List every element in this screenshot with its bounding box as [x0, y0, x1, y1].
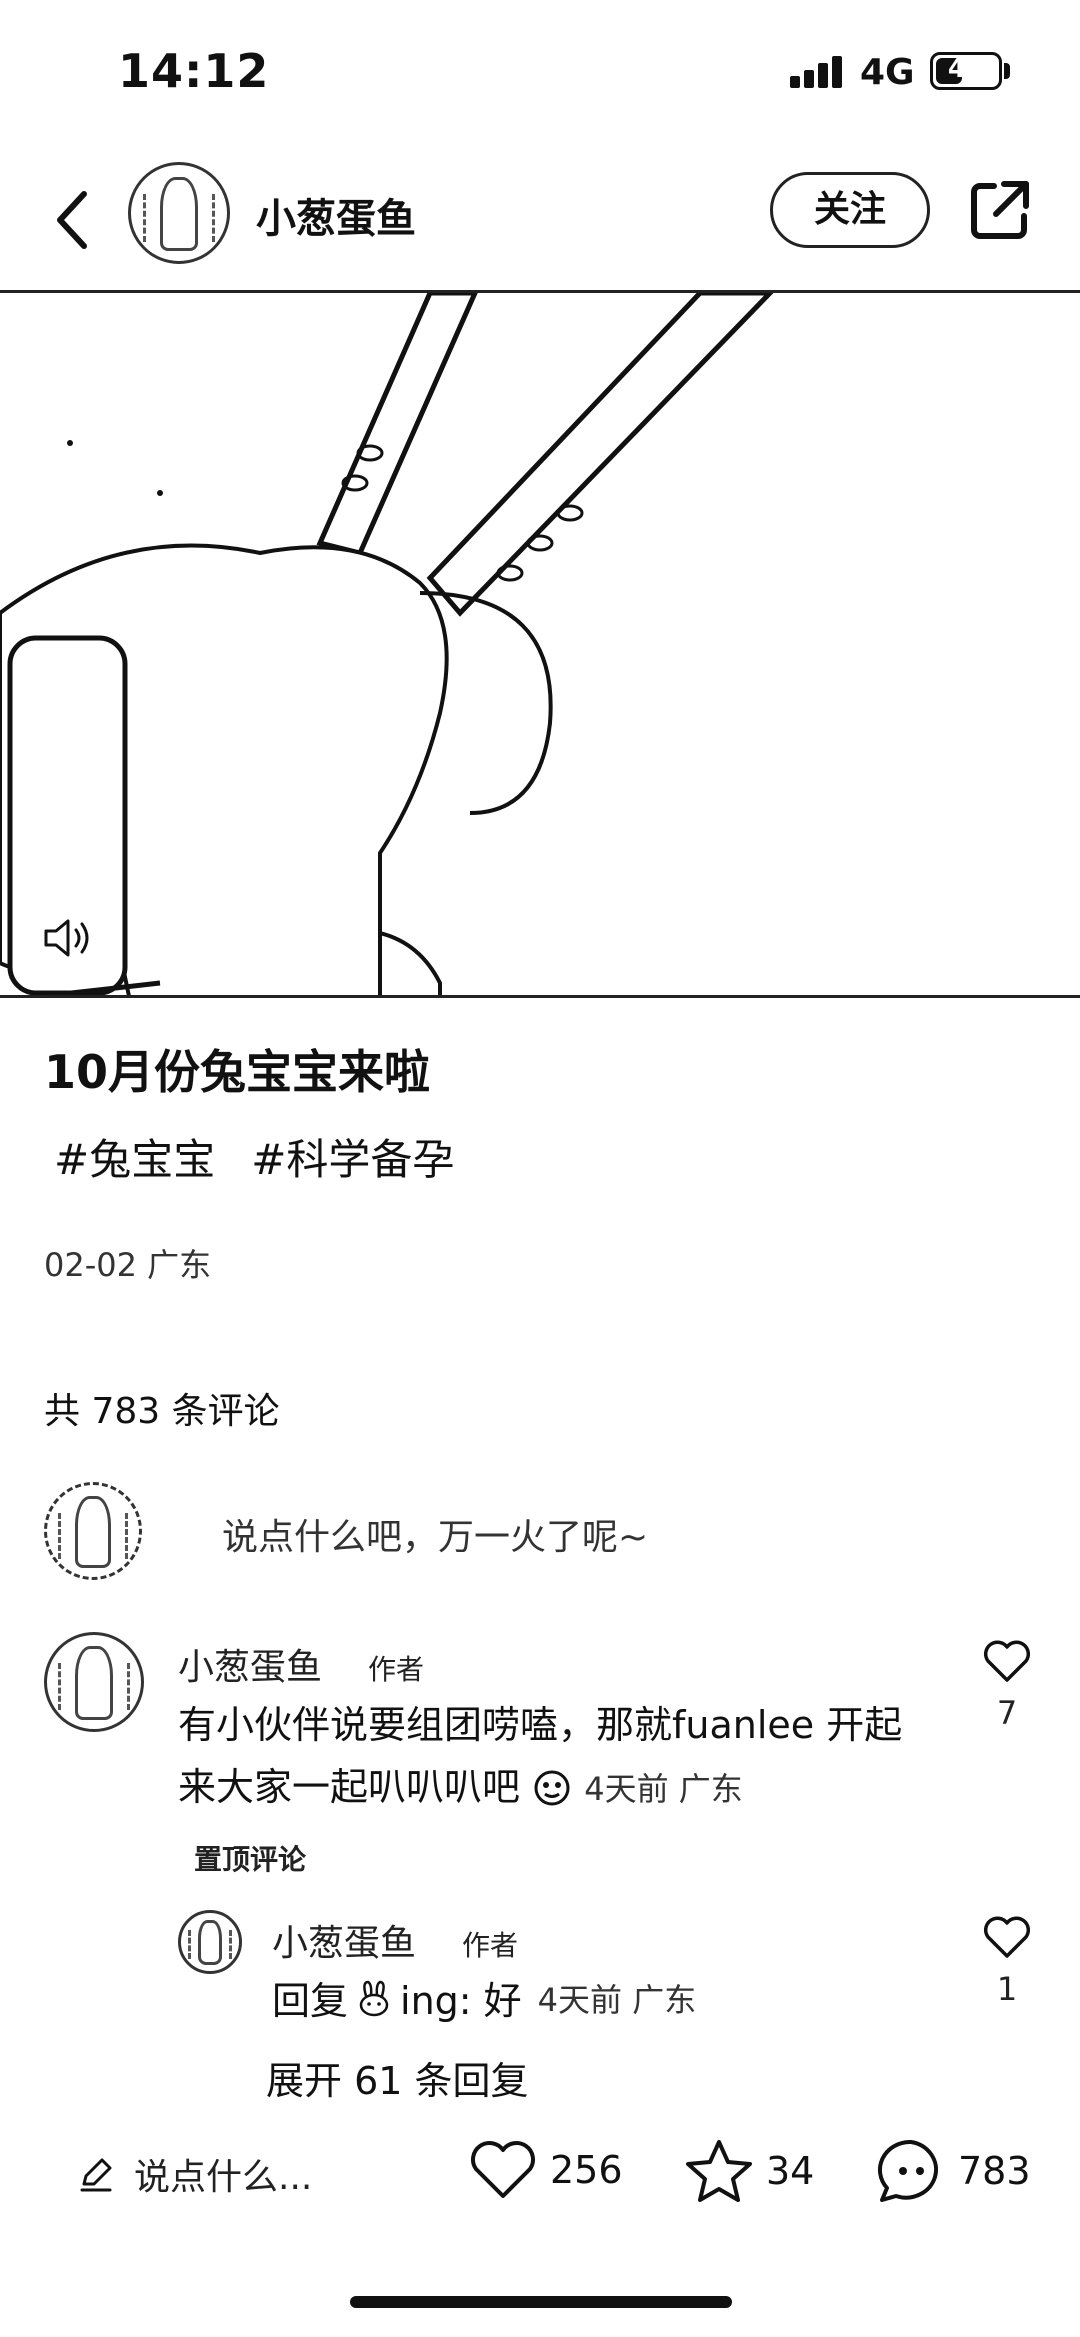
my-avatar — [44, 1482, 142, 1580]
author-badge: 作者 — [462, 1929, 519, 1962]
comment-count-bottom: 783 — [958, 2149, 1031, 2193]
comment-author[interactable]: 小葱蛋鱼 — [178, 1638, 322, 1690]
home-indicator[interactable] — [350, 2296, 732, 2308]
heart-icon — [471, 2141, 535, 2198]
status-time: 14:12 — [118, 44, 270, 98]
heart-icon — [983, 1640, 1031, 1682]
share-icon — [971, 181, 1029, 239]
bottom-input-label: 说点什么... — [134, 2157, 313, 2198]
comment-bubble-icon — [877, 2139, 939, 2202]
battery-percent: 49 — [947, 54, 985, 84]
comment-meta: 4天前 广东 — [584, 1770, 743, 1808]
mute-button[interactable] — [40, 913, 100, 963]
collect-count: 34 — [766, 2149, 815, 2193]
signal-icon — [790, 54, 844, 88]
reply-avatar[interactable] — [178, 1910, 242, 1974]
comment-button[interactable]: 783 — [876, 2138, 1031, 2204]
reply-author[interactable]: 小葱蛋鱼 — [272, 1914, 416, 1966]
like-button[interactable]: 256 — [468, 2138, 623, 2202]
reply-like-button[interactable]: 1 — [972, 1914, 1042, 2008]
photo-illustration — [0, 293, 774, 995]
follow-button[interactable]: 关注 — [770, 172, 930, 248]
share-button[interactable] — [968, 178, 1032, 242]
pencil-icon — [80, 2158, 112, 2192]
comment-avatar[interactable] — [44, 1632, 144, 1732]
pinned-badge: 置顶评论 — [194, 1843, 307, 1876]
speaker-icon — [44, 919, 89, 957]
like-count: 256 — [550, 2148, 623, 2192]
heart-icon — [983, 1916, 1031, 1958]
bottom-comment-input[interactable]: 说点什么... — [76, 2148, 312, 2200]
post-date-location: 02-02 广东 — [44, 1246, 212, 1284]
face-emoji-icon — [534, 1770, 570, 1806]
expand-replies-button[interactable]: 展开 61 条回复 — [266, 2050, 529, 2105]
post-title: 10月份兔宝宝来啦 — [44, 1045, 431, 1099]
reply-prefix: 回复 — [272, 1979, 349, 2023]
battery-icon: 49 — [930, 52, 1002, 90]
reply-meta: 4天前 广东 — [537, 1980, 697, 2019]
author-badge: 作者 — [368, 1653, 425, 1686]
bottom-action-bar: 说点什么... 256 34 783 — [0, 2130, 1080, 2230]
back-button[interactable] — [44, 184, 104, 256]
back-icon — [57, 191, 87, 249]
reply-like-count: 1 — [996, 1970, 1018, 2008]
battery-cap — [1004, 63, 1010, 79]
tag-link[interactable]: #兔宝宝 — [54, 1126, 215, 1187]
post-header: 小葱蛋鱼 关注 — [0, 150, 1080, 290]
tag-link[interactable]: #科学备孕 — [251, 1126, 454, 1187]
comment-count: 共 783 条评论 — [44, 1391, 280, 1432]
status-bar: 14:12 4G 49 — [0, 0, 1080, 140]
author-avatar[interactable] — [128, 162, 230, 264]
collect-button[interactable]: 34 — [684, 2138, 814, 2204]
comment-like-count: 7 — [996, 1694, 1018, 1732]
reply-body: ing: 好 — [400, 1979, 522, 2023]
comment-input[interactable]: 说点什么吧，万一火了呢~ — [222, 1508, 648, 1560]
author-name[interactable]: 小葱蛋鱼 — [256, 186, 416, 244]
comment-like-button[interactable]: 7 — [972, 1638, 1042, 1732]
rabbit-avatar-icon — [359, 1980, 389, 2016]
star-icon — [686, 2140, 752, 2202]
comment-text[interactable]: 有小伙伴说要组团唠嗑，那就fuanlee 开起来大家一起叭叭叭吧 4天前 广东 — [178, 1694, 918, 1820]
post-tags: #兔宝宝 #科学备孕 — [54, 1126, 454, 1187]
reply-text[interactable]: 回复 ing: 好 4天前 广东 — [272, 1970, 696, 2025]
post-image[interactable] — [0, 290, 1080, 998]
network-type: 4G — [860, 52, 915, 93]
